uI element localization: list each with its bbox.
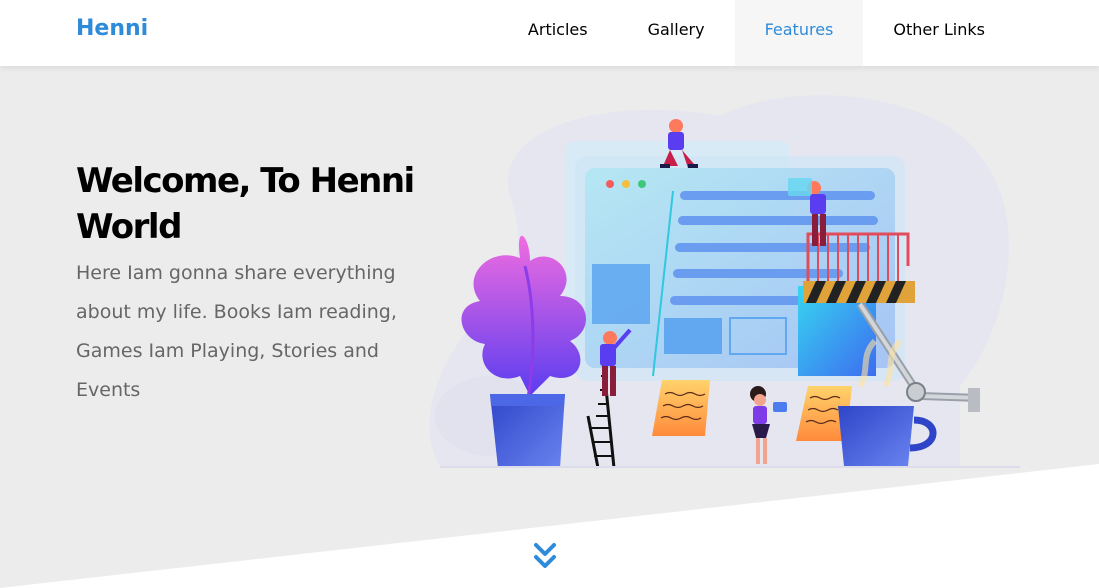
nav-link-articles[interactable]: Articles <box>498 0 618 66</box>
nav-link-gallery[interactable]: Gallery <box>618 0 735 66</box>
double-chevron-down-icon[interactable] <box>533 542 557 572</box>
nav-link-other-links[interactable]: Other Links <box>863 0 1015 66</box>
hero-description: Here Iam gonna share everything about my… <box>76 262 397 401</box>
logo[interactable]: Henni <box>76 16 148 41</box>
main-nav: Articles Gallery Features Other Links <box>498 0 1015 66</box>
site-header: Henni Articles Gallery Features Other Li… <box>0 0 1099 66</box>
hero-illustration <box>429 95 1020 469</box>
nav-link-features[interactable]: Features <box>734 0 864 66</box>
landing-section: Welcome, To Henni World Here Iam gonna s… <box>0 66 1099 588</box>
hero-title: Welcome, To Henni World <box>76 161 415 247</box>
